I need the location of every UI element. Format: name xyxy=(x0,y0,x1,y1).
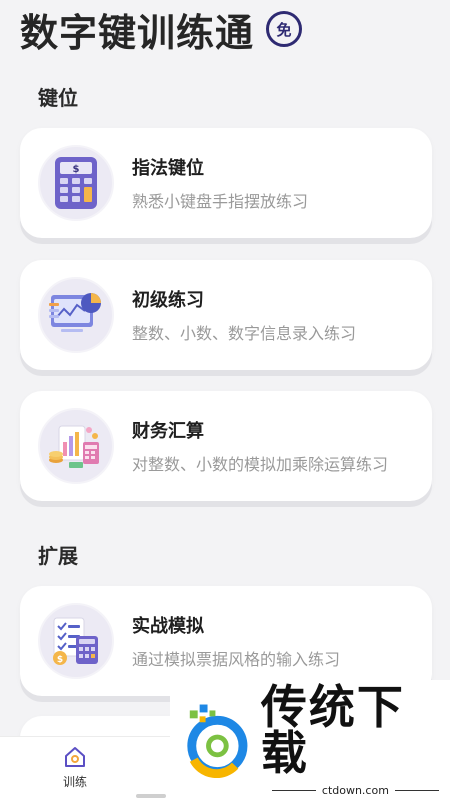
card-subtitle: 整数、小数、数字信息录入练习 xyxy=(132,324,357,343)
dashboard-chart-icon xyxy=(38,277,114,353)
card-title: 初级练习 xyxy=(132,290,204,311)
watermark-url: ctdown.com xyxy=(321,783,389,797)
svg-text:$: $ xyxy=(57,655,63,665)
home-indicator xyxy=(136,794,166,798)
watermark-text: 传统下载 xyxy=(260,679,405,780)
section-title-extend: 扩展 xyxy=(38,544,78,568)
card-subtitle: 通过模拟票据风格的输入练习 xyxy=(132,650,341,669)
app-title: 数字键训练通 xyxy=(20,10,255,55)
home-icon xyxy=(65,747,85,767)
divider xyxy=(394,789,439,791)
card-finance[interactable]: 财务汇算 对整数、小数的模拟加乘除运算练习 xyxy=(20,391,432,501)
divider xyxy=(271,789,316,791)
card-subtitle: 对整数、小数的模拟加乘除运算练习 xyxy=(132,455,389,474)
tab-train[interactable]: 训练 xyxy=(52,745,98,790)
card-title: 指法键位 xyxy=(132,158,204,179)
watermark-logo-icon xyxy=(187,704,248,779)
card-subtitle: 熟悉小键盘手指摆放练习 xyxy=(132,192,309,211)
finance-icon xyxy=(38,408,114,484)
watermark: 传统下载 ctdown.com xyxy=(170,680,450,800)
card-fingering[interactable]: $ 指法键位 熟悉小键盘手指摆放练习 xyxy=(20,128,432,238)
card-title: 财务汇算 xyxy=(132,421,204,442)
checklist-calculator-icon: $ xyxy=(38,603,114,679)
card-basic-practice[interactable]: 初级练习 整数、小数、数字信息录入练习 xyxy=(20,260,432,370)
header: 数字键训练通 免 xyxy=(20,4,303,55)
section-title-keys: 键位 xyxy=(38,86,78,110)
calculator-icon: $ xyxy=(38,145,114,221)
tab-label: 训练 xyxy=(62,775,87,789)
svg-text:$: $ xyxy=(73,164,80,175)
free-badge[interactable]: 免 xyxy=(266,11,303,47)
card-title: 实战模拟 xyxy=(132,616,204,637)
